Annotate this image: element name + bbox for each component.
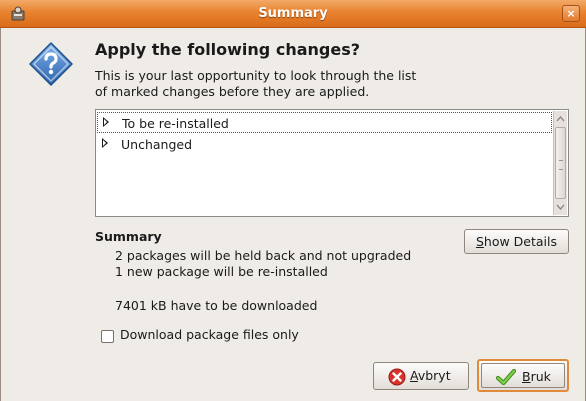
checkmark-icon [496,368,516,386]
summary-line-download-size: 7401 kB have to be downloaded [115,298,318,313]
mnemonic: S [475,234,484,249]
tree-row-label: To be re-installed [122,116,229,131]
button-label: how Details [483,234,558,249]
expander-arrow-icon[interactable] [102,138,108,148]
scroll-down-arrow-icon[interactable] [555,201,566,213]
button-label: vbryt [417,368,451,383]
scrollbar-grip [559,160,563,170]
tree-row-to-be-reinstalled[interactable]: To be re-installed [97,112,552,133]
vertical-scrollbar[interactable] [553,111,567,215]
apply-button[interactable]: Bruk [477,359,569,392]
close-button[interactable]: × [562,5,580,22]
button-label: ruk [530,369,551,384]
summary-line-reinstalled: 1 new package will be re-installed [115,264,328,279]
tree-row-unchanged[interactable]: Unchanged [97,134,552,155]
description-line: of marked changes before they are applie… [95,84,370,99]
tree-row-label: Unchanged [121,137,193,152]
scrollbar-thumb[interactable] [555,127,566,199]
cancel-icon [388,368,406,386]
question-icon [29,42,73,86]
close-icon[interactable]: × [566,7,575,20]
changes-tree[interactable]: To be re-installed Unchanged [95,109,569,217]
show-details-button[interactable]: Show Details [464,229,569,254]
expander-arrow-icon[interactable] [103,117,109,127]
cancel-button[interactable]: Avbryt [373,362,469,390]
dialog-heading: Apply the following changes? [95,40,360,59]
dialog-description: This is your last opportunity to look th… [95,68,416,100]
description-line: This is your last opportunity to look th… [95,68,417,83]
summary-label: Summary [95,229,162,244]
title-bar[interactable]: Summary × [0,0,586,28]
window-title: Summary [258,6,328,21]
summary-line-held-back: 2 packages will be held back and not upg… [115,248,412,263]
download-only-label[interactable]: Download package files only [120,327,299,342]
mnemonic: B [522,369,531,384]
mnemonic: A [410,368,418,383]
download-only-checkbox[interactable] [101,330,114,343]
scroll-up-arrow-icon[interactable] [555,113,566,125]
apply-button-face[interactable]: Bruk [481,363,565,388]
